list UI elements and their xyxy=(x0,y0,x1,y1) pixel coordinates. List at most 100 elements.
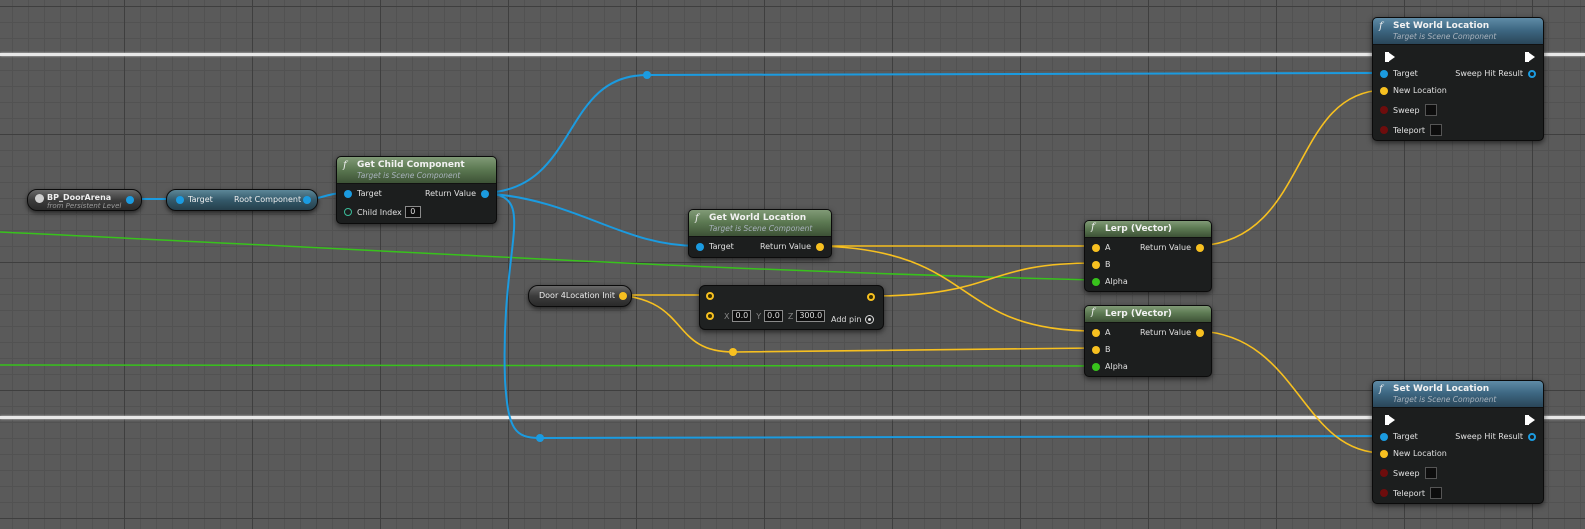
door-location-init-node[interactable]: Door 4Location Init xyxy=(528,285,632,307)
child-to-set-location-1-wire[interactable] xyxy=(483,72,1385,194)
get-world-location-node[interactable]: f Get World Location Target is Scene Com… xyxy=(688,209,832,258)
exec-out-pin[interactable] xyxy=(1525,52,1535,62)
get-child-component-node[interactable]: f Get Child Component Target is Scene Co… xyxy=(336,156,497,224)
root-component-node[interactable]: Target Root Component xyxy=(166,189,318,211)
lerp-1-a-row: A xyxy=(1087,243,1110,252)
swl-1-teleport-pin[interactable] xyxy=(1380,126,1388,134)
swl-1-target-pin[interactable] xyxy=(1380,69,1388,78)
swl-1-teleport-checkbox[interactable] xyxy=(1430,124,1442,136)
swl-1-sweep-row: Sweep xyxy=(1375,104,1437,116)
alpha-wire-2[interactable] xyxy=(0,364,1098,367)
lerp-2-title: Lerp (Vector) xyxy=(1105,309,1172,319)
exec-in-pin[interactable] xyxy=(1385,52,1395,62)
get-child-return-pin[interactable] xyxy=(481,189,489,198)
get-world-location-return-row: Return Value xyxy=(760,242,829,251)
get-world-location-return-label: Return Value xyxy=(759,242,811,251)
reroute-knot-2[interactable] xyxy=(536,434,544,442)
get-world-location-title: Get World Location xyxy=(709,213,807,223)
function-icon: f xyxy=(1091,222,1095,233)
add-pin-button[interactable]: Add pin xyxy=(831,315,875,324)
lerp-vector-node-2[interactable]: f Lerp (Vector) A Return Value B Alpha xyxy=(1084,305,1212,377)
set-world-location-node-1[interactable]: f Set World Location Target is Scene Com… xyxy=(1372,17,1544,141)
alpha-wire-1[interactable] xyxy=(0,231,1098,281)
y-value-input[interactable]: 0.0 xyxy=(764,310,783,322)
lerp-1-alpha-pin[interactable] xyxy=(1092,277,1100,286)
get-world-location-subtitle: Target is Scene Component xyxy=(709,224,813,233)
x-value-input[interactable]: 0.0 xyxy=(732,310,752,322)
vector-add-node[interactable]: X 0.0 Y 0.0 Z 300.0 Add pin xyxy=(699,285,884,330)
add-input-a-pin[interactable] xyxy=(706,292,714,300)
bp-door-arena-node[interactable]: BP_DoorArena from Persistent Level xyxy=(27,189,142,211)
swl-2-target-pin[interactable] xyxy=(1380,432,1388,441)
swl-1-teleport-label: Teleport xyxy=(1393,125,1425,135)
swl-2-sweep-pin[interactable] xyxy=(1380,469,1388,477)
lerp-1-a-pin[interactable] xyxy=(1092,243,1100,252)
get-child-target-row: Target xyxy=(339,189,382,198)
add-pin-label: Add pin xyxy=(831,315,862,324)
root-component-output-pin[interactable] xyxy=(303,196,311,204)
exec-out-pin[interactable] xyxy=(1525,415,1535,425)
lerp-2-b-pin[interactable] xyxy=(1092,345,1100,354)
lerp-2-header: f Lerp (Vector) xyxy=(1085,306,1211,323)
lerp-1-alpha-row: Alpha xyxy=(1087,277,1128,286)
lerp-2-return-pin[interactable] xyxy=(1196,328,1204,337)
set-world-location-1-title: Set World Location xyxy=(1393,21,1490,31)
z-label: Z xyxy=(787,311,794,321)
lerp-2-alpha-pin[interactable] xyxy=(1092,362,1100,371)
child-to-get-world-location-wire[interactable] xyxy=(483,192,700,247)
swl-1-new-location-pin[interactable] xyxy=(1380,86,1388,95)
y-label: Y xyxy=(756,311,762,321)
swl-2-sweep-checkbox[interactable] xyxy=(1424,467,1437,479)
child-index-input[interactable]: 0 xyxy=(404,206,421,218)
set-world-location-node-2[interactable]: f Set World Location Target is Scene Com… xyxy=(1372,380,1544,504)
lerp-2-a-pin[interactable] xyxy=(1092,328,1100,337)
swl-1-sweep-label: Sweep xyxy=(1393,105,1420,115)
swl-2-teleport-label: Teleport xyxy=(1393,488,1425,498)
door-location-init-output-pin[interactable] xyxy=(619,292,627,300)
set-world-location-2-title: Set World Location xyxy=(1393,384,1490,394)
reroute-knot-1[interactable] xyxy=(643,71,651,79)
swl-2-teleport-checkbox[interactable] xyxy=(1430,487,1442,499)
swl-1-sweep-checkbox[interactable] xyxy=(1424,104,1437,116)
swl-2-new-location-row: New Location xyxy=(1375,449,1447,458)
lerp1-to-set-location-1[interactable] xyxy=(1198,89,1385,247)
swl-2-sweep-row: Sweep xyxy=(1375,467,1437,479)
lerp-1-return-row: Return Value xyxy=(1140,243,1209,252)
z-value-input[interactable]: 300.0 xyxy=(796,310,826,322)
get-world-location-target-pin[interactable] xyxy=(696,242,704,251)
root-component-output-label: Root Component xyxy=(234,195,302,204)
get-world-location-return-pin[interactable] xyxy=(816,242,824,251)
get-child-component-header: f Get Child Component Target is Scene Co… xyxy=(337,157,496,184)
swl-2-sweep-hit-pin[interactable] xyxy=(1528,432,1536,441)
lerp-1-header: f Lerp (Vector) xyxy=(1085,221,1211,238)
swl-1-sweep-hit-pin[interactable] xyxy=(1528,69,1536,78)
swl-1-target-label: Target xyxy=(1393,69,1418,78)
reroute-knot-3[interactable] xyxy=(729,348,737,356)
swl-1-target-row: Target xyxy=(1375,69,1418,78)
root-component-target-pin[interactable] xyxy=(176,196,184,204)
lerp-1-title: Lerp (Vector) xyxy=(1105,224,1172,234)
add-output-pin[interactable] xyxy=(867,293,875,301)
swl-1-sweep-hit-row: Sweep Hit Result xyxy=(1455,69,1541,78)
root-component-target-label: Target xyxy=(188,195,213,204)
lerp-1-return-pin[interactable] xyxy=(1196,243,1204,252)
swl-1-exec-out-row xyxy=(1523,52,1540,62)
swl-2-new-location-pin[interactable] xyxy=(1380,449,1388,458)
swl-2-sweep-hit-row: Sweep Hit Result xyxy=(1455,432,1541,441)
add-input-b-pin[interactable] xyxy=(706,312,714,320)
lerp-vector-node-1[interactable]: f Lerp (Vector) A Return Value B Alpha xyxy=(1084,220,1212,292)
swl-2-teleport-pin[interactable] xyxy=(1380,489,1388,497)
swl-1-sweep-pin[interactable] xyxy=(1380,106,1388,114)
lerp-2-b-label: B xyxy=(1105,345,1111,354)
get-child-target-label: Target xyxy=(357,189,382,198)
lerp2-to-set-location-2[interactable] xyxy=(1198,330,1385,454)
bp-door-arena-output-pin[interactable] xyxy=(126,196,134,204)
lerp-1-alpha-label: Alpha xyxy=(1105,277,1128,286)
function-icon: f xyxy=(1379,21,1383,32)
swl-2-sweep-label: Sweep xyxy=(1393,468,1420,478)
child-index-pin[interactable] xyxy=(344,208,352,216)
lerp-1-b-row: B xyxy=(1087,260,1111,269)
exec-in-pin[interactable] xyxy=(1385,415,1395,425)
get-child-target-pin[interactable] xyxy=(344,189,352,198)
lerp-1-b-pin[interactable] xyxy=(1092,260,1100,269)
